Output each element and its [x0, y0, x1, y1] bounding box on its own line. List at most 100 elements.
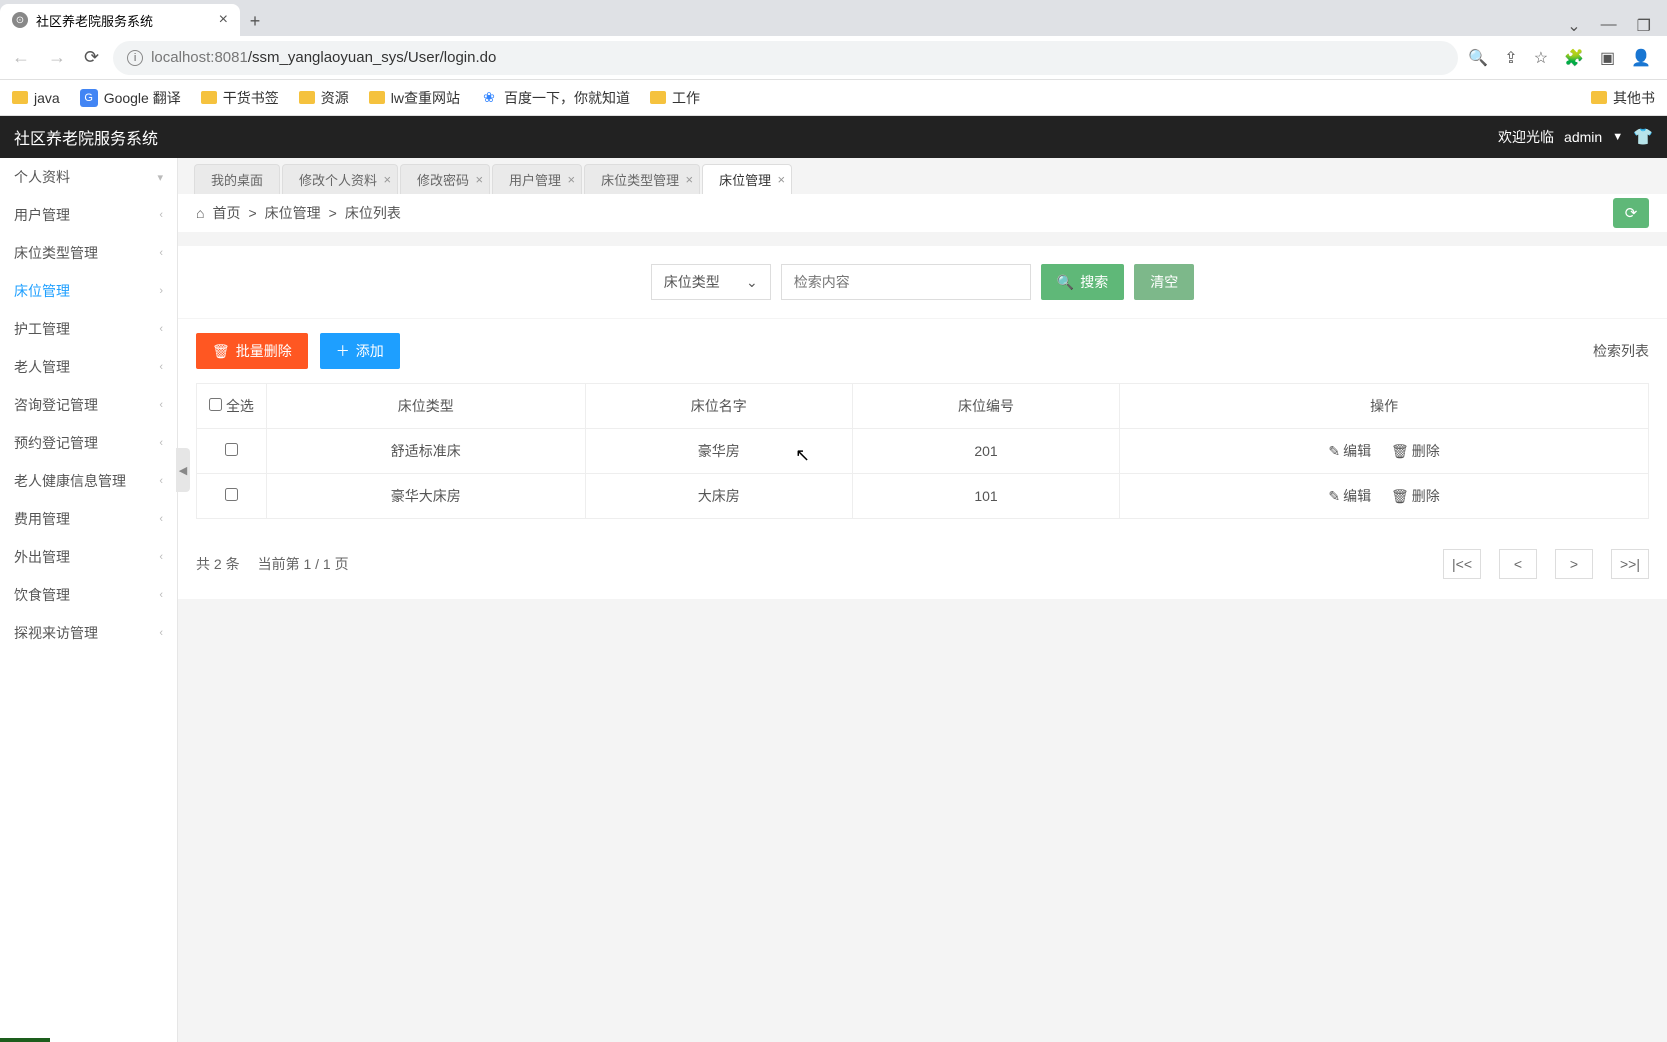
bookmark-java[interactable]: java — [12, 90, 60, 106]
new-tab-button[interactable]: + — [240, 6, 270, 36]
tab-desktop[interactable]: 我的桌面 — [194, 164, 280, 194]
close-icon[interactable]: × — [778, 172, 786, 187]
close-icon[interactable]: × — [685, 172, 693, 187]
content-tabs: 我的桌面 修改个人资料× 修改密码× 用户管理× 床位类型管理× 床位管理× — [178, 158, 1667, 194]
app-title: 社区养老院服务系统 — [14, 125, 158, 149]
site-info-icon[interactable]: i — [127, 50, 143, 66]
profile-icon[interactable]: 👤 — [1631, 48, 1651, 68]
sidebar-item-reservation[interactable]: 预约登记管理‹ — [0, 424, 177, 462]
search-button[interactable]: 🔍 搜索 — [1041, 264, 1124, 300]
star-icon[interactable]: ☆ — [1534, 48, 1548, 68]
chevron-right-icon: › — [159, 285, 163, 297]
url-box[interactable]: i localhost:8081/ssm_yanglaoyuan_sys/Use… — [113, 41, 1458, 75]
cell-number: 201 — [852, 429, 1119, 474]
breadcrumb-sep: > — [248, 205, 256, 221]
home-icon: ⌂ — [196, 205, 204, 221]
edit-button[interactable]: ✎编辑 — [1328, 486, 1371, 506]
delete-button[interactable]: 🗑删除 — [1391, 441, 1440, 461]
tab-bed-mgmt[interactable]: 床位管理× — [702, 164, 792, 194]
search-icon: 🔍 — [1057, 274, 1074, 291]
browser-tabs: ⊙ 社区养老院服务系统 × + ⌄ — ❐ — [0, 0, 1667, 36]
panel-icon[interactable]: ▣ — [1600, 48, 1615, 68]
tab-bed-type-mgmt[interactable]: 床位类型管理× — [584, 164, 700, 194]
breadcrumb-sep: > — [329, 205, 337, 221]
breadcrumb-home[interactable]: 首页 — [212, 203, 240, 223]
bookmark-ziyuan[interactable]: 资源 — [299, 88, 349, 108]
search-input[interactable] — [781, 264, 1031, 300]
tab-title: 社区养老院服务系统 — [36, 11, 211, 30]
sidebar-item-elderly[interactable]: 老人管理‹ — [0, 348, 177, 386]
tab-edit-profile[interactable]: 修改个人资料× — [282, 164, 398, 194]
batch-delete-button[interactable]: 🗑 批量删除 — [196, 333, 308, 369]
reload-button[interactable]: ⟳ — [80, 43, 103, 72]
close-icon[interactable]: × — [475, 172, 483, 187]
sidebar-item-caregiver[interactable]: 护工管理‹ — [0, 310, 177, 348]
pager-last[interactable]: >>| — [1611, 549, 1649, 579]
url-text: localhost:8081/ssm_yanglaoyuan_sys/User/… — [151, 49, 496, 66]
bookmark-work[interactable]: 工作 — [650, 88, 700, 108]
sidebar-item-outgoing[interactable]: 外出管理‹ — [0, 538, 177, 576]
minimize-icon[interactable]: — — [1601, 16, 1617, 36]
chevron-left-icon: ‹ — [159, 323, 163, 335]
theme-icon[interactable]: 👕 — [1633, 127, 1653, 147]
tab-close-icon[interactable]: × — [219, 11, 228, 29]
bookmark-lw[interactable]: lw查重网站 — [369, 88, 460, 108]
sidebar-item-health[interactable]: 老人健康信息管理‹ — [0, 462, 177, 500]
maximize-icon[interactable]: ❐ — [1637, 16, 1651, 36]
row-checkbox[interactable] — [225, 488, 238, 501]
data-table: 全选 床位类型 床位名字 床位编号 操作 舒适标准床 豪华房 201 ✎ — [178, 383, 1667, 537]
folder-icon — [369, 91, 385, 104]
chevron-left-icon: ‹ — [159, 361, 163, 373]
pager-current: 当前第 1 / 1 页 — [258, 554, 349, 574]
trash-icon: 🗑 — [1391, 443, 1409, 460]
select-all-checkbox[interactable] — [209, 398, 222, 411]
delete-button[interactable]: 🗑删除 — [1391, 486, 1440, 506]
pager-next[interactable]: > — [1555, 549, 1593, 579]
back-button[interactable]: ← — [8, 43, 34, 72]
sidebar-collapse-button[interactable]: ◀ — [176, 448, 190, 492]
forward-button[interactable]: → — [44, 43, 70, 72]
row-checkbox[interactable] — [225, 443, 238, 456]
sidebar-item-consult[interactable]: 咨询登记管理‹ — [0, 386, 177, 424]
sidebar-item-fee[interactable]: 费用管理‹ — [0, 500, 177, 538]
cell-name: 大床房 — [585, 474, 852, 519]
bookmark-google-translate[interactable]: GGoogle 翻译 — [80, 88, 181, 108]
search-icon[interactable]: 🔍 — [1468, 48, 1488, 68]
bookmark-ganhuo[interactable]: 干货书签 — [201, 88, 279, 108]
user-menu[interactable]: 欢迎光临 admin ▼ 👕 — [1498, 127, 1653, 147]
content-area: ◀ 我的桌面 修改个人资料× 修改密码× 用户管理× 床位类型管理× 床位管理×… — [178, 158, 1667, 1042]
window-controls: ⌄ — ❐ — [1567, 16, 1667, 36]
favicon-icon: ⊙ — [12, 12, 28, 28]
translate-icon: G — [80, 89, 98, 107]
refresh-button[interactable]: ⟳ — [1613, 198, 1649, 228]
add-button[interactable]: ＋ 添加 — [320, 333, 400, 369]
breadcrumb-l1[interactable]: 床位管理 — [265, 203, 321, 223]
chevron-down-icon: ▾ — [157, 171, 163, 184]
sidebar-item-visit[interactable]: 探视来访管理‹ — [0, 614, 177, 652]
extensions-icon[interactable]: 🧩 — [1564, 48, 1584, 68]
bookmark-baidu[interactable]: ❀百度一下，你就知道 — [480, 88, 630, 108]
bed-type-select[interactable]: 床位类型 ⌄ — [651, 264, 771, 300]
sidebar-item-food[interactable]: 饮食管理‹ — [0, 576, 177, 614]
chevron-down-icon: ⌄ — [746, 274, 758, 291]
th-type: 床位类型 — [267, 384, 586, 429]
sidebar-item-bed[interactable]: 床位管理› — [0, 272, 177, 310]
close-icon[interactable]: × — [383, 172, 391, 187]
close-icon[interactable]: × — [567, 172, 575, 187]
sidebar-item-users[interactable]: 用户管理‹ — [0, 196, 177, 234]
tab-change-password[interactable]: 修改密码× — [400, 164, 490, 194]
clear-button[interactable]: 清空 — [1134, 264, 1194, 300]
chevron-down-icon[interactable]: ⌄ — [1567, 16, 1580, 36]
pager-first[interactable]: |<< — [1443, 549, 1481, 579]
tab-user-mgmt[interactable]: 用户管理× — [492, 164, 582, 194]
sidebar-item-bed-type[interactable]: 床位类型管理‹ — [0, 234, 177, 272]
pagination: 共 2 条 当前第 1 / 1 页 |<< < > >>| — [178, 537, 1667, 599]
share-icon[interactable]: ⇪ — [1504, 48, 1517, 68]
folder-icon — [299, 91, 315, 104]
cell-number: 101 — [852, 474, 1119, 519]
edit-button[interactable]: ✎编辑 — [1328, 441, 1371, 461]
other-bookmarks[interactable]: 其他书 — [1591, 88, 1655, 108]
sidebar-item-profile[interactable]: 个人资料▾ — [0, 158, 177, 196]
browser-tab-active[interactable]: ⊙ 社区养老院服务系统 × — [0, 4, 240, 36]
pager-prev[interactable]: < — [1499, 549, 1537, 579]
